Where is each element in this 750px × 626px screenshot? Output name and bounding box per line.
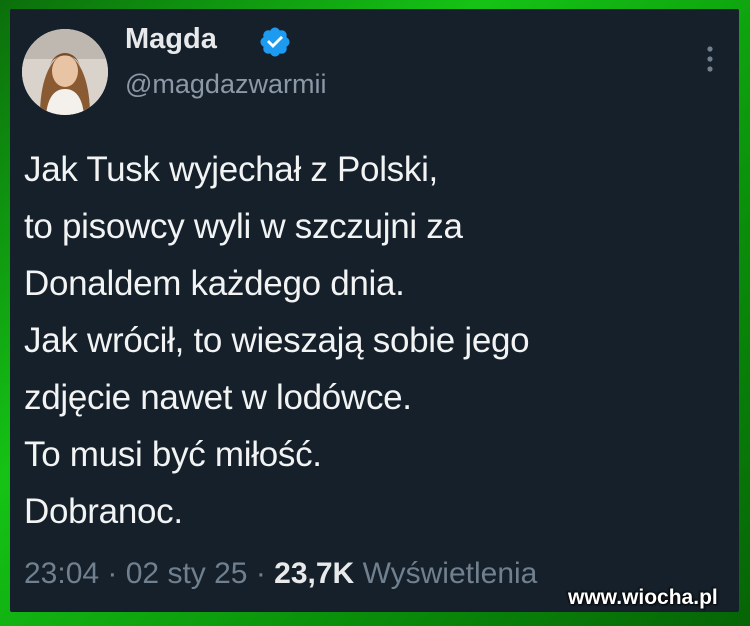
tweet-line: Jak Tusk wyjechał z Polski, — [24, 150, 438, 189]
tweet-line: Dobranoc. — [24, 492, 183, 531]
user-handle[interactable]: @magdazwarmii — [125, 69, 326, 100]
avatar-image — [22, 29, 108, 115]
more-options-icon[interactable] — [704, 44, 716, 74]
meta-separator: · — [247, 557, 275, 590]
meta-separator: · — [99, 557, 126, 590]
green-frame: Magda @magdazwarmii Jak Tusk wyjechał z … — [0, 0, 750, 626]
tweet-line: Jak wrócił, to wieszają sobie jego — [24, 321, 530, 360]
avatar[interactable] — [22, 29, 108, 115]
views-label[interactable]: Wyświetlenia — [363, 557, 538, 590]
tweet-date[interactable]: 02 sty 25 — [126, 557, 248, 590]
tweet-text: Jak Tusk wyjechał z Polski, to pisowcy w… — [24, 141, 734, 540]
tweet-time[interactable]: 23:04 — [24, 557, 99, 590]
views-count: 23,7K — [274, 557, 355, 590]
display-name[interactable]: Magda — [125, 23, 217, 56]
verified-badge-icon — [260, 27, 290, 57]
tweet-line: To musi być miłość. — [24, 435, 322, 474]
tweet-card: Magda @magdazwarmii Jak Tusk wyjechał z … — [10, 9, 739, 612]
watermark: www.wiocha.pl — [568, 586, 718, 609]
tweet-line: zdjęcie nawet w lodówce. — [24, 378, 412, 417]
tweet-line: to pisowcy wyli w szczujni za — [24, 207, 463, 246]
tweet-line: Donaldem każdego dnia. — [24, 264, 405, 303]
tweet-meta: 23:04 · 02 sty 25 · 23,7K Wyświetlenia — [24, 557, 537, 591]
